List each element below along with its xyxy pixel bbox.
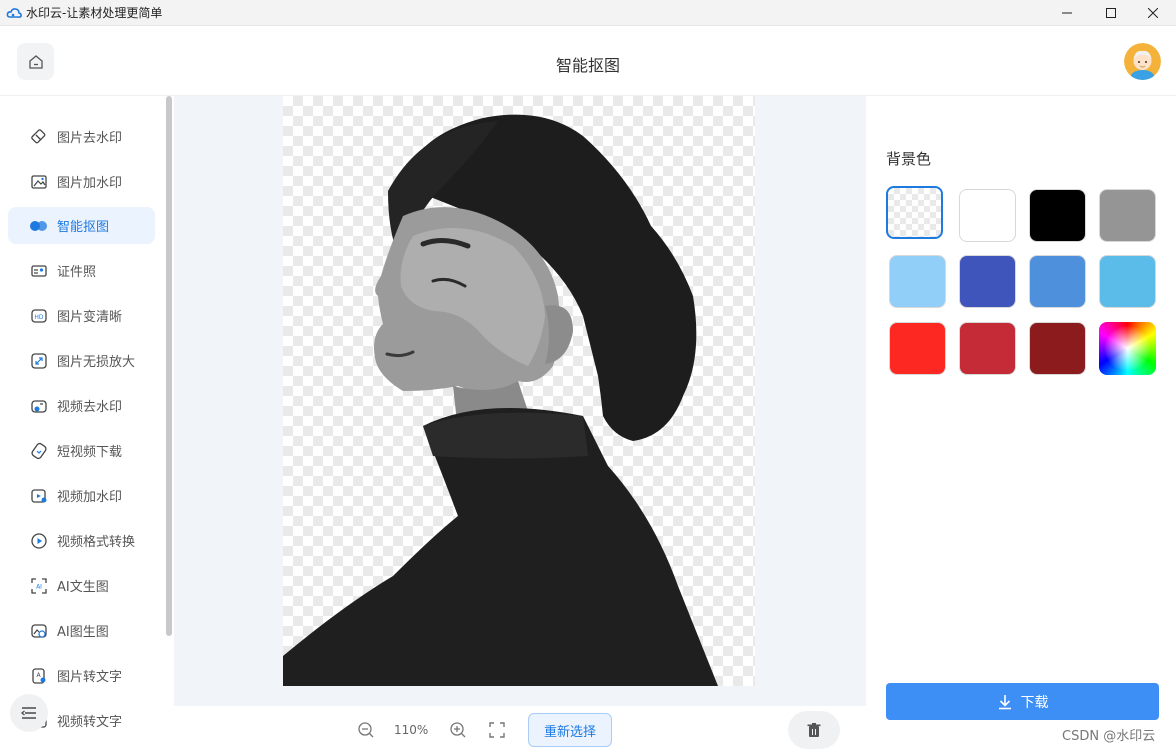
zoom-out-button[interactable] (356, 720, 376, 740)
download-link-icon (29, 441, 49, 461)
sidebar-item-label: 视频加水印 (57, 490, 123, 505)
sidebar-item-label: AI图生图 (57, 625, 109, 640)
sidebar-item-label: 短视频下载 (57, 445, 123, 460)
swatch-gray[interactable] (1099, 189, 1156, 242)
swatch-red[interactable] (889, 322, 946, 375)
swatch-black[interactable] (1029, 189, 1086, 242)
video-add-icon (29, 486, 49, 506)
background-color-label: 背景色 (886, 150, 932, 168)
sidebar-item-smart-cutout[interactable]: 智能抠图 (8, 207, 155, 244)
sidebar-item-ai-image-to-image[interactable]: AI图生图 (8, 612, 155, 649)
sidebar-item-label: 图片去水印 (57, 131, 123, 146)
sidebar-item-label: AI文生图 (57, 580, 109, 595)
swatch-custom-color[interactable] (1099, 322, 1156, 375)
sidebar: 图片去水印 图片加水印 智能抠图 证件照 HD 图片变清晰 图片无损放大 视频去… (0, 96, 174, 749)
fullscreen-icon (489, 722, 505, 738)
video-erase-icon (29, 396, 49, 416)
menu-icon (20, 707, 36, 719)
ai-image-icon (29, 621, 49, 641)
zoom-in-icon (450, 722, 466, 738)
sidebar-item-remove-image-watermark[interactable]: 图片去水印 (8, 118, 155, 155)
swatch-royal-blue[interactable] (959, 255, 1016, 308)
sidebar-item-add-image-watermark[interactable]: 图片加水印 (8, 163, 155, 200)
sidebar-item-label: 图片无损放大 (57, 355, 136, 370)
sidebar-item-id-photo[interactable]: 证件照 (8, 252, 155, 289)
sidebar-item-label: 视频去水印 (57, 400, 123, 415)
image-icon (29, 172, 49, 192)
sidebar-item-image-to-text[interactable]: A 图片转文字 (8, 657, 155, 694)
download-button[interactable]: 下载 (886, 683, 1159, 720)
trash-icon (807, 723, 821, 737)
window-title: 水印云-让素材处理更简单 (26, 6, 163, 20)
download-label: 下载 (1020, 694, 1049, 711)
delete-button[interactable] (788, 711, 840, 749)
svg-text:AI: AI (36, 583, 42, 590)
close-icon (1148, 8, 1158, 18)
avatar[interactable] (1124, 43, 1161, 80)
source-watermark: CSDN @水印云 (1062, 729, 1156, 744)
zoom-out-icon (358, 722, 374, 738)
sidebar-item-label: 证件照 (57, 265, 97, 280)
swatch-transparent[interactable] (886, 186, 943, 239)
minimize-icon (1062, 12, 1072, 14)
sidebar-item-label: 图片加水印 (57, 176, 123, 191)
minimize-button[interactable] (1044, 0, 1090, 26)
id-card-icon (29, 261, 49, 281)
close-button[interactable] (1130, 0, 1176, 26)
right-panel: 背景色 下载 (866, 96, 1176, 749)
sidebar-item-video-format-convert[interactable]: 视频格式转换 (8, 522, 155, 559)
sidebar-item-label: 图片变清晰 (57, 310, 123, 325)
reselect-button[interactable]: 重新选择 (528, 713, 612, 747)
eraser-icon (29, 127, 49, 147)
sidebar-item-short-video-download[interactable]: 短视频下载 (8, 432, 155, 469)
fit-screen-button[interactable] (487, 720, 507, 740)
swatch-light-blue[interactable] (889, 255, 946, 308)
sidebar-item-label: 视频格式转换 (57, 535, 136, 550)
zoom-level: 110% (394, 723, 429, 737)
window-titlebar: 水印云-让素材处理更简单 (0, 0, 1176, 26)
svg-text:A: A (36, 672, 41, 679)
canvas-toolbar: 110% 重新选择 (174, 706, 866, 749)
sidebar-item-label: 智能抠图 (57, 220, 110, 235)
swatch-sky-blue[interactable] (1099, 255, 1156, 308)
sidebar-scrollbar[interactable] (166, 96, 172, 636)
maximize-icon (1106, 8, 1116, 18)
cutout-icon (29, 216, 49, 236)
zoom-in-button[interactable] (448, 720, 468, 740)
svg-text:HD: HD (34, 314, 44, 321)
cutout-preview-image[interactable] (283, 96, 755, 686)
page-title: 智能抠图 (555, 56, 620, 75)
play-convert-icon (29, 531, 49, 551)
menu-button[interactable] (10, 694, 48, 732)
portrait-cutout (283, 114, 718, 686)
expand-icon (29, 351, 49, 371)
app-header: 智能抠图 (0, 26, 1176, 96)
swatch-crimson[interactable] (959, 322, 1016, 375)
sidebar-item-ai-text-to-image[interactable]: AI AI文生图 (8, 567, 155, 604)
download-icon (998, 694, 1011, 709)
sidebar-item-image-clarify[interactable]: HD 图片变清晰 (8, 297, 155, 334)
ocr-icon: A (29, 666, 49, 686)
maximize-button[interactable] (1088, 0, 1134, 26)
user-avatar-icon (1124, 43, 1161, 80)
sidebar-item-label: 视频转文字 (57, 715, 123, 730)
sidebar-item-remove-video-watermark[interactable]: 视频去水印 (8, 387, 155, 424)
cloud-logo-icon (6, 8, 22, 18)
canvas-area (174, 96, 866, 706)
sidebar-item-lossless-enlarge[interactable]: 图片无损放大 (8, 342, 155, 379)
swatch-white[interactable] (959, 189, 1016, 242)
swatch-blue[interactable] (1029, 255, 1086, 308)
hd-icon: HD (29, 306, 49, 326)
sidebar-item-label: 图片转文字 (57, 670, 123, 685)
sidebar-item-add-video-watermark[interactable]: 视频加水印 (8, 477, 155, 514)
swatch-dark-red[interactable] (1029, 322, 1086, 375)
ai-text-icon: AI (29, 576, 49, 596)
